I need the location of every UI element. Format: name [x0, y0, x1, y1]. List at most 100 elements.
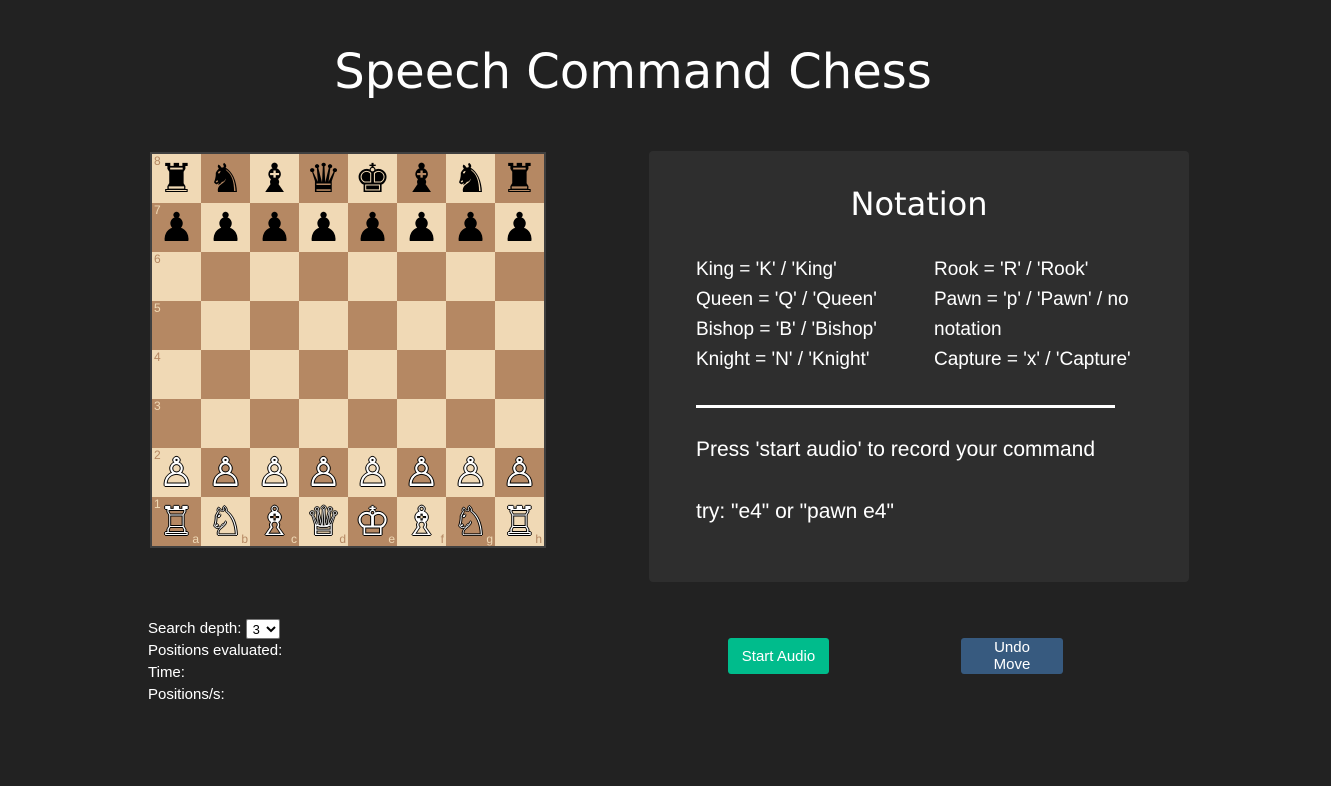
square-h1[interactable]: h ♖	[495, 497, 544, 546]
square-a3[interactable]: 3	[152, 399, 201, 448]
square-b5[interactable]	[201, 301, 250, 350]
square-b3[interactable]	[201, 399, 250, 448]
square-h2[interactable]: ♙	[495, 448, 544, 497]
white-piece-icon[interactable]: ♙	[453, 453, 489, 493]
square-a5[interactable]: 5	[152, 301, 201, 350]
square-b7[interactable]: ♟	[201, 203, 250, 252]
black-piece-icon[interactable]: ♝	[404, 159, 440, 199]
square-b6[interactable]	[201, 252, 250, 301]
square-d1[interactable]: d ♕	[299, 497, 348, 546]
square-d5[interactable]	[299, 301, 348, 350]
square-a2[interactable]: 2 ♙	[152, 448, 201, 497]
square-f2[interactable]: ♙	[397, 448, 446, 497]
black-piece-icon[interactable]: ♜	[502, 159, 538, 199]
black-piece-icon[interactable]: ♟	[404, 208, 440, 248]
chess-board[interactable]: 8 ♜ ♞ ♝ ♛ ♚ ♝ ♞ ♜ 7 ♟ ♟ ♟ ♟ ♟ ♟ ♟ ♟ 6 5 4 3 2 ♙ ♙ ♙ ♙ ♙ ♙ ♙ ♙ 1 a ♖ b ♘ c ♗ d ♕…	[150, 152, 546, 548]
black-piece-icon[interactable]: ♟	[502, 208, 538, 248]
square-a8[interactable]: 8 ♜	[152, 154, 201, 203]
square-c5[interactable]	[250, 301, 299, 350]
square-e8[interactable]: ♚	[348, 154, 397, 203]
square-e7[interactable]: ♟	[348, 203, 397, 252]
black-piece-icon[interactable]: ♟	[355, 208, 391, 248]
square-d6[interactable]	[299, 252, 348, 301]
square-f4[interactable]	[397, 350, 446, 399]
square-d4[interactable]	[299, 350, 348, 399]
white-piece-icon[interactable]: ♙	[306, 453, 342, 493]
square-f8[interactable]: ♝	[397, 154, 446, 203]
black-piece-icon[interactable]: ♚	[355, 159, 391, 199]
white-piece-icon[interactable]: ♙	[502, 453, 538, 493]
square-g2[interactable]: ♙	[446, 448, 495, 497]
square-g6[interactable]	[446, 252, 495, 301]
black-piece-icon[interactable]: ♝	[257, 159, 293, 199]
square-h5[interactable]	[495, 301, 544, 350]
search-depth-select[interactable]: 12345	[245, 619, 280, 640]
square-c3[interactable]	[250, 399, 299, 448]
square-a4[interactable]: 4	[152, 350, 201, 399]
black-piece-icon[interactable]: ♞	[208, 159, 244, 199]
square-a6[interactable]: 6	[152, 252, 201, 301]
white-piece-icon[interactable]: ♙	[404, 453, 440, 493]
square-b8[interactable]: ♞	[201, 154, 250, 203]
white-piece-icon[interactable]: ♙	[208, 453, 244, 493]
square-a1[interactable]: 1 a ♖	[152, 497, 201, 546]
square-c8[interactable]: ♝	[250, 154, 299, 203]
white-piece-icon[interactable]: ♔	[355, 502, 391, 542]
square-g1[interactable]: g ♘	[446, 497, 495, 546]
square-c7[interactable]: ♟	[250, 203, 299, 252]
black-piece-icon[interactable]: ♜	[159, 159, 195, 199]
white-piece-icon[interactable]: ♙	[159, 453, 195, 493]
square-e1[interactable]: e ♔	[348, 497, 397, 546]
square-d7[interactable]: ♟	[299, 203, 348, 252]
square-f1[interactable]: f ♗	[397, 497, 446, 546]
square-g4[interactable]	[446, 350, 495, 399]
white-piece-icon[interactable]: ♕	[306, 502, 342, 542]
white-piece-icon[interactable]: ♗	[257, 502, 293, 542]
square-h8[interactable]: ♜	[495, 154, 544, 203]
square-b2[interactable]: ♙	[201, 448, 250, 497]
square-d8[interactable]: ♛	[299, 154, 348, 203]
black-piece-icon[interactable]: ♟	[306, 208, 342, 248]
square-f7[interactable]: ♟	[397, 203, 446, 252]
square-h7[interactable]: ♟	[495, 203, 544, 252]
square-h6[interactable]	[495, 252, 544, 301]
square-g5[interactable]	[446, 301, 495, 350]
undo-move-button[interactable]: Undo Move	[961, 638, 1063, 674]
white-piece-icon[interactable]: ♘	[208, 502, 244, 542]
square-e4[interactable]	[348, 350, 397, 399]
black-piece-icon[interactable]: ♟	[453, 208, 489, 248]
square-b1[interactable]: b ♘	[201, 497, 250, 546]
black-piece-icon[interactable]: ♛	[306, 159, 342, 199]
square-h3[interactable]	[495, 399, 544, 448]
square-c4[interactable]	[250, 350, 299, 399]
square-c1[interactable]: c ♗	[250, 497, 299, 546]
square-c2[interactable]: ♙	[250, 448, 299, 497]
square-d3[interactable]	[299, 399, 348, 448]
square-c6[interactable]	[250, 252, 299, 301]
square-g3[interactable]	[446, 399, 495, 448]
square-f3[interactable]	[397, 399, 446, 448]
square-e3[interactable]	[348, 399, 397, 448]
square-e6[interactable]	[348, 252, 397, 301]
white-piece-icon[interactable]: ♖	[159, 502, 195, 542]
start-audio-button[interactable]: Start Audio	[728, 638, 829, 674]
square-d2[interactable]: ♙	[299, 448, 348, 497]
black-piece-icon[interactable]: ♟	[257, 208, 293, 248]
white-piece-icon[interactable]: ♗	[404, 502, 440, 542]
white-piece-icon[interactable]: ♙	[355, 453, 391, 493]
white-piece-icon[interactable]: ♘	[453, 502, 489, 542]
square-h4[interactable]	[495, 350, 544, 399]
black-piece-icon[interactable]: ♞	[453, 159, 489, 199]
square-a7[interactable]: 7 ♟	[152, 203, 201, 252]
square-g7[interactable]: ♟	[446, 203, 495, 252]
square-e2[interactable]: ♙	[348, 448, 397, 497]
square-f5[interactable]	[397, 301, 446, 350]
black-piece-icon[interactable]: ♟	[159, 208, 195, 248]
white-piece-icon[interactable]: ♙	[257, 453, 293, 493]
square-e5[interactable]	[348, 301, 397, 350]
white-piece-icon[interactable]: ♖	[502, 502, 538, 542]
square-f6[interactable]	[397, 252, 446, 301]
square-g8[interactable]: ♞	[446, 154, 495, 203]
black-piece-icon[interactable]: ♟	[208, 208, 244, 248]
square-b4[interactable]	[201, 350, 250, 399]
